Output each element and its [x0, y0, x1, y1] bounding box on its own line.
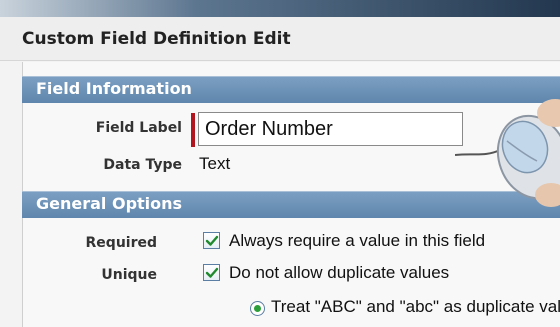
required-indicator: [191, 113, 195, 147]
case-option-text: Treat "ABC" and "abc" as duplicate value…: [271, 297, 560, 316]
checkbox-checked-icon: [205, 235, 219, 246]
case-insensitive-radio[interactable]: [250, 301, 265, 316]
unique-checkbox[interactable]: [203, 264, 220, 281]
page-title: Custom Field Definition Edit: [22, 29, 291, 49]
section-title: Field Information: [36, 79, 192, 98]
unique-option-text: Do not allow duplicate values: [229, 263, 450, 282]
unique-label: Unique: [101, 267, 157, 283]
field-label-input[interactable]: [198, 112, 463, 146]
computer-mouse-icon: [455, 99, 560, 207]
required-option-text: Always require a value in this field: [229, 231, 486, 250]
top-banner: [0, 0, 560, 17]
page-title-bar: Custom Field Definition Edit: [0, 17, 560, 61]
checkbox-checked-icon: [205, 267, 219, 278]
field-label-label: Field Label: [95, 120, 182, 136]
required-checkbox[interactable]: [203, 232, 220, 249]
data-type-label: Data Type: [103, 157, 182, 173]
required-label: Required: [85, 235, 157, 251]
section-title: General Options: [36, 194, 183, 213]
data-type-value: Text: [199, 154, 231, 173]
